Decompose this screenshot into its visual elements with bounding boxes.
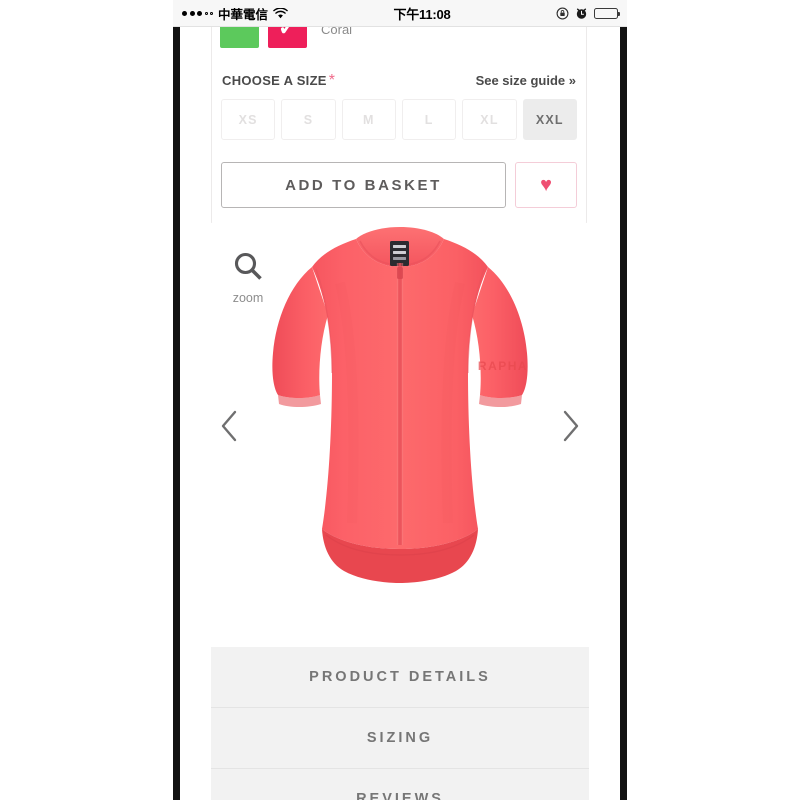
add-to-basket-button[interactable]: ADD TO BASKET bbox=[221, 162, 506, 208]
wifi-icon bbox=[273, 7, 288, 19]
chevron-right-icon bbox=[559, 409, 581, 448]
size-option-m[interactable]: M bbox=[341, 99, 396, 140]
status-bar-clock: 下午11:08 bbox=[393, 6, 451, 22]
size-option-l[interactable]: L bbox=[401, 99, 457, 140]
heart-icon: ♥ bbox=[540, 174, 552, 196]
size-guide-link[interactable]: See size guide » bbox=[476, 73, 576, 88]
size-label-text: CHOOSE A SIZE bbox=[222, 73, 327, 88]
phone-bezel-right bbox=[620, 27, 627, 800]
svg-text:RAPHA: RAPHA bbox=[478, 359, 528, 373]
size-option-row: XS S M L XL XXL bbox=[220, 99, 578, 140]
size-option-xl[interactable]: XL bbox=[462, 99, 517, 140]
accordion-product-details[interactable]: PRODUCT DETAILS bbox=[211, 647, 589, 708]
wishlist-button[interactable]: ♥ bbox=[515, 162, 577, 208]
phone-bezel-left bbox=[173, 27, 180, 800]
colour-swatch-green[interactable] bbox=[220, 27, 259, 48]
product-gallery: zoom RAPHA bbox=[180, 223, 620, 641]
battery-icon bbox=[594, 7, 620, 19]
selected-colour-name: Coral bbox=[321, 27, 353, 37]
carrier-name: 中華電信 bbox=[218, 7, 269, 22]
size-option-xs[interactable]: XS bbox=[221, 99, 276, 140]
status-bar-left: 中華電信 bbox=[182, 4, 288, 23]
purchase-action-row: ADD TO BASKET ♥ bbox=[220, 162, 578, 208]
colour-swatch-row: ✓ Coral bbox=[220, 27, 578, 48]
status-bar-right bbox=[556, 7, 620, 20]
colour-swatch-coral[interactable]: ✓ bbox=[268, 27, 307, 48]
gallery-prev-button[interactable] bbox=[213, 409, 247, 448]
product-info-accordion: PRODUCT DETAILS SIZING REVIEWS bbox=[211, 647, 589, 800]
ios-status-bar: 中華電信 下午11:08 bbox=[173, 0, 627, 27]
check-icon: ✓ bbox=[277, 27, 298, 40]
size-option-s[interactable]: S bbox=[281, 99, 336, 140]
page-viewport: ✓ Coral CHOOSE A SIZE * See size guide » … bbox=[180, 27, 620, 800]
size-heading-row: CHOOSE A SIZE * See size guide » bbox=[220, 72, 578, 90]
gallery-next-button[interactable] bbox=[553, 409, 587, 448]
accordion-sizing[interactable]: SIZING bbox=[211, 708, 589, 769]
required-marker: * bbox=[328, 72, 336, 89]
alarm-clock-icon bbox=[575, 7, 588, 20]
rotation-lock-icon bbox=[556, 7, 569, 20]
choose-a-size-label: CHOOSE A SIZE * bbox=[222, 72, 335, 90]
signal-strength-icon bbox=[182, 10, 213, 16]
buy-card: ✓ Coral CHOOSE A SIZE * See size guide » … bbox=[211, 27, 587, 225]
screenshot-root: 中華電信 下午11:08 ✓ Coral CHOOSE A SIZE * See… bbox=[0, 0, 800, 800]
size-option-xxl[interactable]: XXL bbox=[522, 99, 577, 140]
product-image[interactable]: RAPHA bbox=[260, 223, 540, 603]
accordion-reviews[interactable]: REVIEWS bbox=[211, 769, 589, 800]
chevron-left-icon bbox=[219, 409, 241, 448]
